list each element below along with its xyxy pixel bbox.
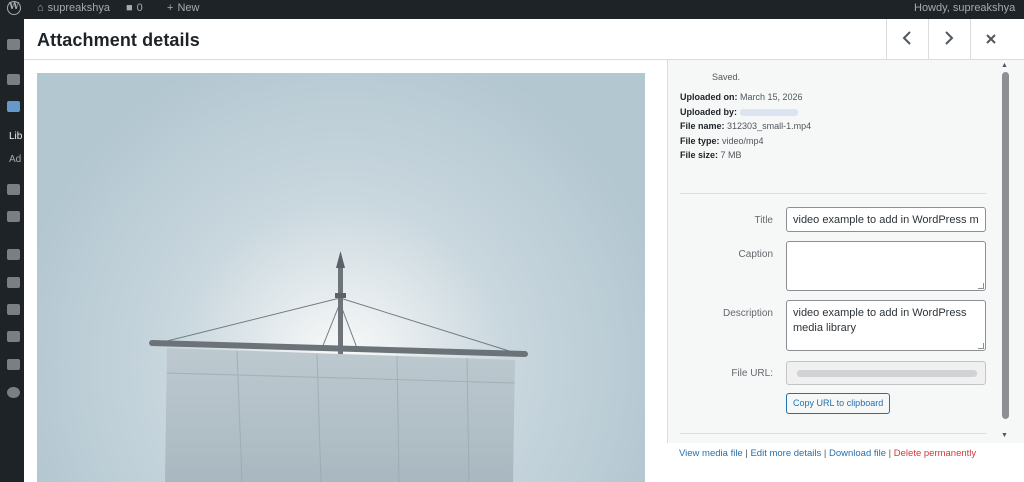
home-icon: ⌂ [37, 2, 44, 14]
file-type-row: File type: video/mp4 [680, 134, 811, 149]
file-url-input[interactable] [786, 361, 986, 385]
view-media-file-link[interactable]: View media file [679, 448, 743, 459]
uploaded-on-row: Uploaded on: March 15, 2026 [680, 90, 811, 105]
media-preview [24, 60, 667, 482]
link-separator: | [823, 448, 827, 459]
account-menu[interactable]: Howdy, supreakshya [914, 2, 1015, 14]
comments-icon[interactable] [7, 211, 20, 222]
comment-icon: ■ [126, 2, 133, 14]
uploaded-by-label: Uploaded by: [680, 106, 738, 117]
modal-title: Attachment details [37, 30, 200, 50]
site-name-label: supreakshya [47, 2, 111, 14]
appearance-icon[interactable] [7, 249, 20, 260]
file-name-value: 312303_small-1.mp4 [727, 121, 812, 131]
sidebar-item-add-new[interactable]: Ad [9, 154, 21, 165]
description-label: Description [722, 308, 773, 319]
file-meta: Uploaded on: March 15, 2026 Uploaded by:… [680, 90, 811, 163]
file-type-label: File type: [680, 135, 720, 146]
howdy-label: Howdy, supreakshya [914, 2, 1016, 14]
dashboard-icon[interactable] [7, 39, 20, 50]
comments-count: 0 [136, 2, 143, 14]
video-player[interactable] [37, 73, 645, 482]
media-icon[interactable] [7, 101, 20, 112]
file-size-value: 7 MB [720, 150, 742, 160]
link-separator: | [888, 448, 892, 459]
uploaded-on-label: Uploaded on: [680, 92, 738, 102]
file-type-value: video/mp4 [722, 135, 764, 146]
users-icon[interactable] [7, 304, 20, 315]
close-button[interactable] [970, 19, 1011, 60]
caption-textarea[interactable] [786, 241, 986, 291]
file-size-label: File size: [680, 150, 719, 160]
delete-permanently-link[interactable]: Delete permanently [894, 448, 976, 459]
plugins-icon[interactable] [7, 277, 20, 288]
uploaded-on-value: March 15, 2026 [740, 92, 803, 102]
site-name-link[interactable]: ⌂ supreakshya [37, 2, 110, 14]
uploaded-by-row: Uploaded by: [680, 105, 811, 120]
title-input[interactable]: video example to add in WordPress m [786, 207, 986, 232]
caption-label: Caption [738, 249, 773, 260]
save-status: Saved. [712, 72, 741, 82]
comments-link[interactable]: ■ 0 [126, 2, 143, 14]
uploaded-by-value-redacted [740, 108, 799, 116]
scroll-down-arrow-icon[interactable]: ▼ [1001, 432, 1008, 439]
modal-header: Attachment details [24, 19, 1024, 60]
close-icon [985, 29, 997, 50]
chevron-left-icon [902, 29, 912, 50]
title-label: Title [754, 215, 773, 226]
file-name-label: File name: [680, 121, 725, 131]
next-button[interactable] [928, 19, 969, 60]
settings-icon[interactable] [7, 359, 20, 370]
divider [680, 193, 986, 194]
pages-icon[interactable] [7, 184, 20, 195]
posts-icon[interactable] [7, 74, 20, 85]
divider [680, 433, 986, 434]
chevron-right-icon [944, 29, 954, 50]
details-scrollbar[interactable]: ▲ ▼ [998, 60, 1012, 443]
scroll-thumb[interactable] [1002, 72, 1009, 419]
plus-icon: + [167, 2, 174, 14]
download-file-link[interactable]: Download file [829, 448, 886, 459]
new-content-link[interactable]: + New [167, 2, 199, 14]
attachment-info-panel: Saved. Uploaded on: March 15, 2026 Uploa… [667, 60, 1024, 443]
tools-icon[interactable] [7, 331, 20, 342]
file-name-row: File name: 312303_small-1.mp4 [680, 119, 811, 134]
action-links: View media file | Edit more details | Do… [679, 448, 976, 459]
file-url-value-redacted [797, 370, 977, 377]
attachment-details-modal: Attachment details Saved. Uploaded on: M… [24, 19, 1024, 482]
previous-button[interactable] [886, 19, 927, 60]
attachment-actions: View media file | Edit more details | Do… [667, 443, 1024, 482]
admin-sidebar: Lib Ad [0, 17, 24, 482]
admin-bar: W ⌂ supreakshya ■ 0 + New Howdy, supreak… [0, 0, 1024, 17]
file-size-row: File size: 7 MB [680, 148, 811, 163]
resize-handle-icon[interactable] [978, 283, 984, 289]
video-frame-image [37, 73, 645, 482]
collapse-menu-icon[interactable] [7, 387, 20, 398]
edit-more-details-link[interactable]: Edit more details [750, 448, 821, 459]
description-value: video example to add in WordPress media … [793, 307, 967, 334]
new-label: New [177, 2, 200, 14]
resize-handle-icon[interactable] [978, 343, 984, 349]
copy-url-button[interactable]: Copy URL to clipboard [786, 393, 891, 414]
link-separator: | [745, 448, 748, 459]
wordpress-logo-icon[interactable]: W [7, 1, 21, 15]
description-textarea[interactable]: video example to add in WordPress media … [786, 300, 986, 351]
sidebar-item-library[interactable]: Lib [9, 131, 22, 142]
file-url-label: File URL: [731, 368, 773, 379]
scroll-up-arrow-icon[interactable]: ▲ [1001, 62, 1008, 69]
